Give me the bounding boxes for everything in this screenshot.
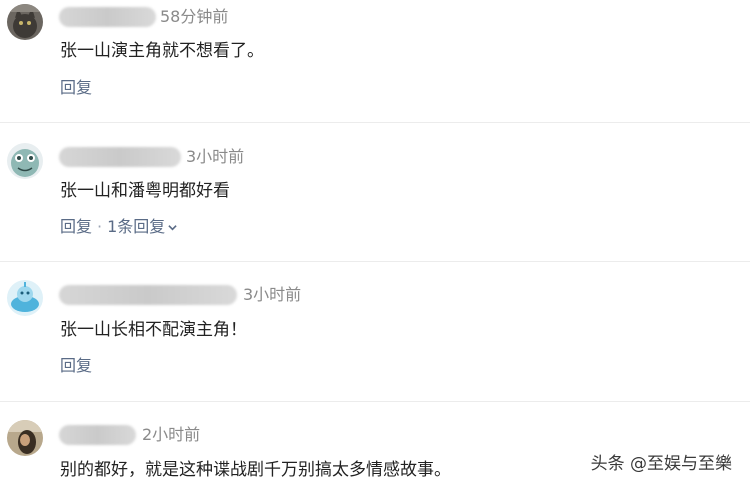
username-blurred[interactable] [59, 7, 156, 27]
comment-text: 别的都好，就是这种谍战剧千万别搞太多情感故事。 [60, 460, 451, 480]
avatar[interactable] [7, 420, 43, 456]
comment-item: 3小时前 张一山长相不配演主角！ 回复 [0, 262, 750, 402]
comment-time: 3小时前 [243, 285, 302, 304]
view-replies-button[interactable]: 1条回复 [107, 217, 177, 236]
comment-item: 58分钟前 张一山演主角就不想看了。 回复 [0, 0, 750, 123]
photo-avatar-icon [7, 420, 43, 456]
comment-item: 3小时前 张一山和潘粤明都好看 回复 · 1条回复 [0, 123, 750, 262]
comment-item: 2小时前 别的都好，就是这种谍战剧千万别搞太多情感故事。 [0, 402, 750, 488]
comment-actions: 回复 [60, 355, 92, 377]
username-blurred[interactable] [59, 285, 237, 305]
username-blurred[interactable] [59, 147, 181, 167]
reply-button[interactable]: 回复 [60, 78, 92, 97]
view-replies-label: 1条回复 [107, 217, 166, 236]
chevron-down-icon [168, 225, 177, 231]
frog-avatar-icon [7, 143, 43, 179]
reply-button[interactable]: 回复 [60, 217, 92, 236]
comment-time: 58分钟前 [160, 7, 229, 26]
watermark: 头条 @至娱与至樂 [590, 454, 732, 474]
comment-text: 张一山和潘粤明都好看 [60, 181, 230, 201]
comment-actions: 回复 · 1条回复 [60, 216, 177, 238]
reply-button[interactable]: 回复 [60, 356, 92, 375]
cartoon-avatar-icon [7, 280, 43, 316]
cat-avatar-icon [7, 4, 43, 40]
comment-time: 2小时前 [142, 425, 201, 444]
comment-actions: 回复 [60, 77, 92, 99]
separator-dot: · [97, 217, 103, 236]
avatar[interactable] [7, 4, 43, 40]
comment-text: 张一山长相不配演主角！ [60, 320, 247, 340]
username-blurred[interactable] [59, 425, 136, 445]
comment-time: 3小时前 [186, 147, 245, 166]
comment-text: 张一山演主角就不想看了。 [60, 41, 264, 61]
avatar[interactable] [7, 280, 43, 316]
avatar[interactable] [7, 143, 43, 179]
